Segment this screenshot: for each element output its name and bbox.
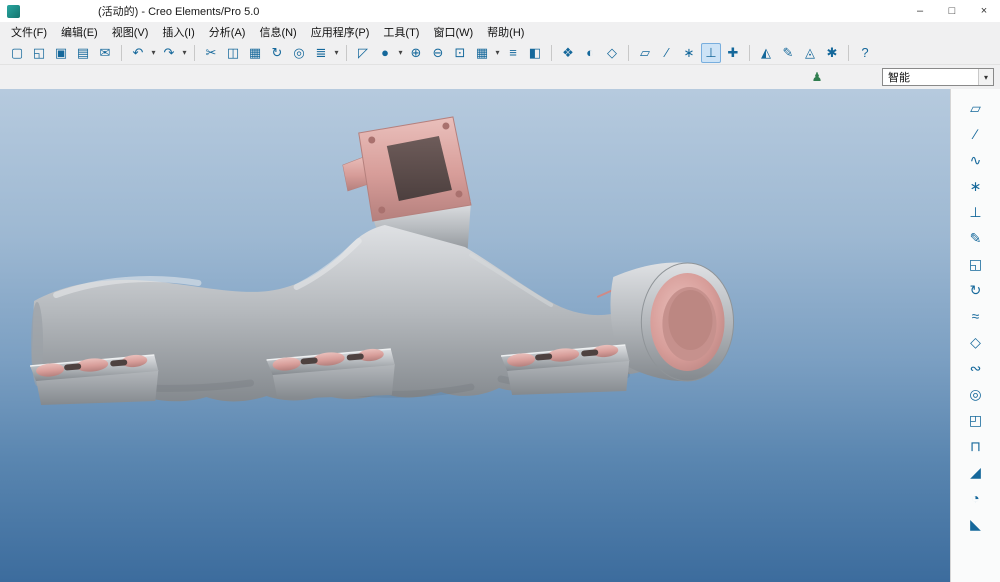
context-help-icon[interactable]: ? bbox=[855, 43, 875, 63]
hole-tool-icon[interactable]: ◎ bbox=[965, 383, 987, 405]
render-style-menu-icon[interactable]: ▾ bbox=[396, 43, 405, 63]
axis-display-toggle[interactable]: ∕ bbox=[657, 43, 677, 63]
undo-icon[interactable]: ↶ bbox=[128, 43, 148, 63]
sketched-curve-tool-icon[interactable]: ∿ bbox=[965, 149, 987, 171]
window-title: (活动的) - Creo Elements/Pro 5.0 bbox=[98, 3, 259, 19]
datum-point-tool-icon[interactable]: ∗ bbox=[965, 175, 987, 197]
menu-applications[interactable]: 应用程序(P) bbox=[304, 22, 377, 42]
datum-plane-tool-icon[interactable]: ▱ bbox=[965, 97, 987, 119]
chamfer-tool-icon[interactable]: ◣ bbox=[965, 513, 987, 535]
zoom-out-icon[interactable]: ⊖ bbox=[428, 43, 448, 63]
menu-edit[interactable]: 编辑(E) bbox=[54, 22, 105, 42]
menu-help[interactable]: 帮助(H) bbox=[480, 22, 531, 42]
find-icon[interactable]: ◎ bbox=[289, 43, 309, 63]
menu-file[interactable]: 文件(F) bbox=[4, 22, 54, 42]
redo-icon[interactable]: ↷ bbox=[159, 43, 179, 63]
model-setup-icon[interactable]: ✱ bbox=[822, 43, 842, 63]
toolbar-divider bbox=[749, 45, 750, 61]
minimize-button[interactable]: – bbox=[904, 0, 936, 22]
annotation-icon[interactable]: ◭ bbox=[756, 43, 776, 63]
print-icon[interactable]: ▤ bbox=[73, 43, 93, 63]
sweep-tool-icon[interactable]: ≈ bbox=[965, 305, 987, 327]
maximize-button[interactable]: □ bbox=[936, 0, 968, 22]
toolbar-divider bbox=[346, 45, 347, 61]
shade-options-icon[interactable]: ◐ bbox=[580, 43, 600, 63]
style-tool-icon[interactable]: ∾ bbox=[965, 357, 987, 379]
symbol-icon[interactable]: ◬ bbox=[800, 43, 820, 63]
menu-tools[interactable]: 工具(T) bbox=[376, 22, 426, 42]
open-file-icon[interactable]: ◱ bbox=[29, 43, 49, 63]
new-file-icon[interactable]: ▢ bbox=[7, 43, 27, 63]
save-icon[interactable]: ▣ bbox=[51, 43, 71, 63]
repaint-icon[interactable]: ❖ bbox=[558, 43, 578, 63]
view-manager-icon[interactable]: ◧ bbox=[525, 43, 545, 63]
csys-display-toggle[interactable]: ⊥ bbox=[701, 43, 721, 63]
extrude-tool-icon[interactable]: ◱ bbox=[965, 253, 987, 275]
menu-window[interactable]: 窗口(W) bbox=[426, 22, 480, 42]
chevron-down-icon[interactable]: ▾ bbox=[978, 69, 993, 85]
cut-icon[interactable]: ✂ bbox=[201, 43, 221, 63]
menu-insert[interactable]: 插入(I) bbox=[155, 22, 201, 42]
draft-tool-icon[interactable]: ◢ bbox=[965, 461, 987, 483]
regenerate-icon[interactable]: ↻ bbox=[267, 43, 287, 63]
main-toolbar: ▢◱▣▤✉↶▾↷▾✂◫▦↻◎≣▾◸●▾⊕⊖⊡▦▾≡◧❖◐◇▱∕∗⊥✚◭✎◬✱? bbox=[0, 41, 1000, 65]
model-3d[interactable] bbox=[0, 89, 950, 582]
selection-filter-dropdown[interactable]: 智能 ▾ bbox=[882, 68, 994, 86]
selection-filter-value: 智能 bbox=[883, 69, 978, 85]
app-window: (活动的) - Creo Elements/Pro 5.0 – □ × 文件(F… bbox=[0, 0, 1000, 582]
round-tool-icon[interactable]: ◔ bbox=[965, 487, 987, 509]
menubar: 文件(F)编辑(E)视图(V)插入(I)分析(A)信息(N)应用程序(P)工具(… bbox=[0, 22, 1000, 41]
app-icon bbox=[7, 5, 20, 18]
top-flange[interactable] bbox=[343, 117, 471, 221]
viewport[interactable] bbox=[0, 89, 950, 582]
select-filter-icon[interactable]: ◸ bbox=[353, 43, 373, 63]
email-icon[interactable]: ✉ bbox=[95, 43, 115, 63]
rib-tool-icon[interactable]: ⊓ bbox=[965, 435, 987, 457]
plane-display-toggle[interactable]: ▱ bbox=[635, 43, 655, 63]
toolbar-divider bbox=[628, 45, 629, 61]
paste-icon[interactable]: ▦ bbox=[245, 43, 265, 63]
note-icon[interactable]: ✎ bbox=[778, 43, 798, 63]
undo-menu-icon[interactable]: ▾ bbox=[149, 43, 158, 63]
hidden-line-icon[interactable]: ◇ bbox=[602, 43, 622, 63]
feature-list-menu-icon[interactable]: ▾ bbox=[332, 43, 341, 63]
sketch-tool-icon[interactable]: ✎ bbox=[965, 227, 987, 249]
redo-menu-icon[interactable]: ▾ bbox=[180, 43, 189, 63]
secondary-toolbar: ♟ 智能 ▾ bbox=[0, 65, 1000, 89]
menu-info[interactable]: 信息(N) bbox=[252, 22, 303, 42]
close-button[interactable]: × bbox=[968, 0, 1000, 22]
toolbar-divider bbox=[121, 45, 122, 61]
coordinate-system-tool-icon[interactable]: ⊥ bbox=[965, 201, 987, 223]
copy-icon[interactable]: ◫ bbox=[223, 43, 243, 63]
toolbar-divider bbox=[848, 45, 849, 61]
refit-icon[interactable]: ⊡ bbox=[450, 43, 470, 63]
revolve-tool-icon[interactable]: ↻ bbox=[965, 279, 987, 301]
feature-toolbar: ▱ ∕ ∿ ∗ ⊥ ✎ ◱ ↻ ≈ ◇ ∾ ◎ ◰ ⊓ ◢ ◔ ◣ bbox=[950, 89, 1000, 582]
datum-axis-tool-icon[interactable]: ∕ bbox=[965, 123, 987, 145]
toolbar-divider bbox=[194, 45, 195, 61]
feature-list-icon[interactable]: ≣ bbox=[311, 43, 331, 63]
spin-center-toggle[interactable]: ✚ bbox=[723, 43, 743, 63]
named-views-icon[interactable]: ▦ bbox=[472, 43, 492, 63]
model-status-icon[interactable]: ♟ bbox=[808, 68, 826, 86]
zoom-in-icon[interactable]: ⊕ bbox=[406, 43, 426, 63]
main-area: ▱ ∕ ∿ ∗ ⊥ ✎ ◱ ↻ ≈ ◇ ∾ ◎ ◰ ⊓ ◢ ◔ ◣ bbox=[0, 89, 1000, 582]
boundary-blend-tool-icon[interactable]: ◇ bbox=[965, 331, 987, 353]
menu-view[interactable]: 视图(V) bbox=[105, 22, 156, 42]
named-views-menu-icon[interactable]: ▾ bbox=[493, 43, 502, 63]
toolbar-divider bbox=[551, 45, 552, 61]
point-display-toggle[interactable]: ∗ bbox=[679, 43, 699, 63]
shell-tool-icon[interactable]: ◰ bbox=[965, 409, 987, 431]
render-style-icon[interactable]: ● bbox=[375, 43, 395, 63]
layers-icon[interactable]: ≡ bbox=[503, 43, 523, 63]
menu-analysis[interactable]: 分析(A) bbox=[202, 22, 253, 42]
titlebar[interactable]: (活动的) - Creo Elements/Pro 5.0 – □ × bbox=[0, 0, 1000, 22]
